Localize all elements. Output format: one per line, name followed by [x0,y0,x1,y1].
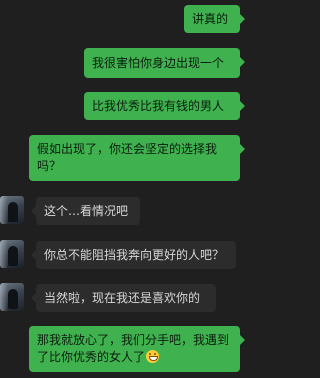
message-text: 比我优秀比我有钱的男人 [92,99,225,113]
message-text: 我很害怕你身边出现一个 [92,56,225,70]
contact-avatar[interactable] [0,283,24,311]
outgoing-message-bubble[interactable]: 讲真的 [184,5,245,33]
message-text: 你总不能阻挡我奔向更好的人吧？ [44,248,225,262]
chat-window: 讲真的 我很害怕你身边出现一个 比我优秀比我有钱的男人 假如出现了，你还会坚定的… [0,0,254,378]
incoming-message-bubble[interactable]: 当然啦，现在我还是喜欢你的 [31,284,216,312]
outgoing-message-bubble[interactable]: 我很害怕你身边出现一个 [84,48,245,78]
contact-avatar[interactable] [0,196,24,224]
contact-avatar[interactable] [0,240,24,268]
outgoing-message-bubble[interactable]: 那我就放心了，我们分手吧，我遇到了比你优秀的女人了 [29,326,245,372]
outgoing-message-bubble[interactable]: 比我优秀比我有钱的男人 [84,92,245,120]
message-text: 假如出现了，你还会坚定的选择我吗？ [37,142,218,173]
message-text: 当然啦，现在我还是喜欢你的 [44,291,201,305]
message-text: 这个…看情况吧 [44,204,129,218]
outgoing-message-bubble[interactable]: 假如出现了，你还会坚定的选择我吗？ [29,135,245,181]
incoming-message-bubble[interactable]: 你总不能阻挡我奔向更好的人吧？ [31,241,236,269]
message-text: 讲真的 [192,12,229,26]
incoming-message-bubble[interactable]: 这个…看情况吧 [31,197,140,225]
grin-emoji-icon [146,350,160,363]
message-text: 那我就放心了，我们分手吧，我遇到了比你优秀的女人了 [37,333,230,364]
